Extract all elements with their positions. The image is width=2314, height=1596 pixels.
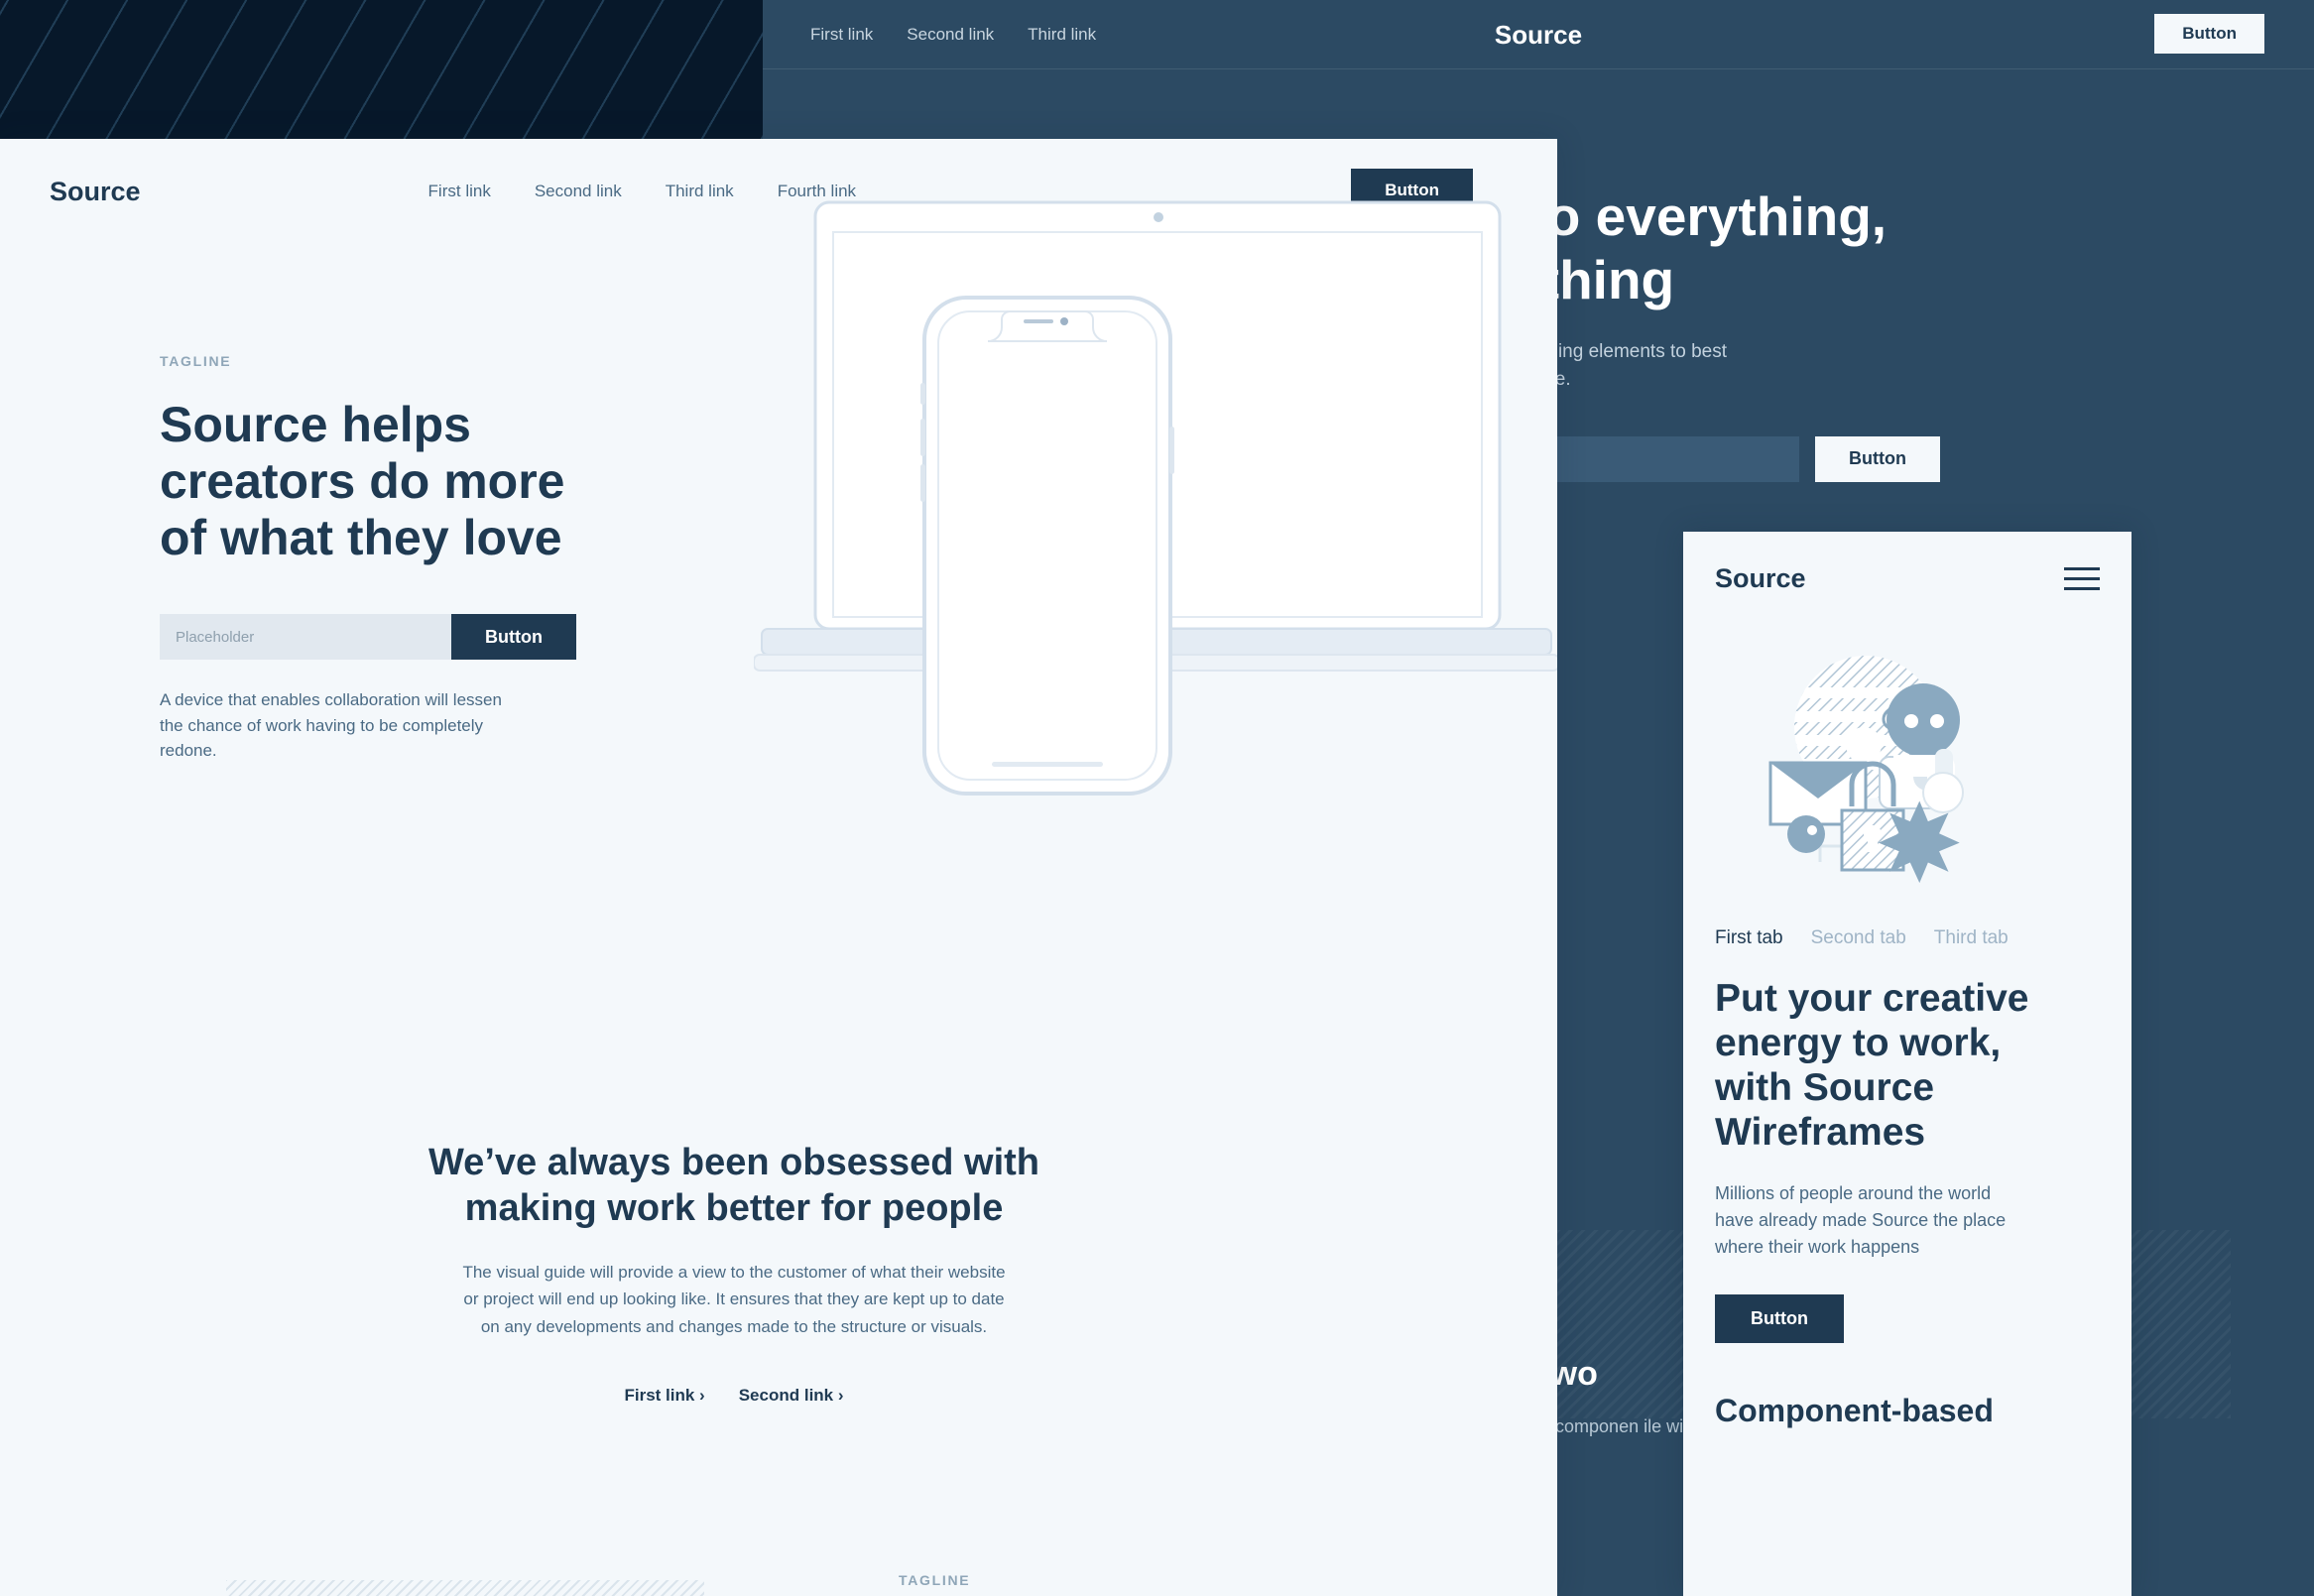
mid-section: We’ve always been obsessed with making w… — [387, 1141, 1081, 1406]
mobile-navigation-bar: Source — [1683, 532, 2131, 594]
mobile-preview-panel: Source First tab Second tab Third tab Pu… — [1683, 532, 2131, 1596]
mobile-brand: Source — [1715, 563, 1806, 593]
laptop-phone-svg — [753, 200, 1557, 796]
top-nav-link-third[interactable]: Third link — [1028, 25, 1096, 45]
hero-note: A device that enables collaboration will… — [160, 690, 502, 760]
mobile-tabs: First tab Second tab Third tab — [1683, 884, 2131, 949]
hero-signup-form: Button — [160, 614, 576, 660]
main-white-page: Source First link Second link Third link… — [0, 139, 1557, 1596]
mobile-footer-heading: Component-based — [1715, 1393, 1994, 1429]
mid-link-second[interactable]: Second link › — [739, 1386, 844, 1406]
mobile-heading: Put your creative energy to work, with S… — [1715, 977, 2029, 1154]
top-navigation-bar: First link Second link Third link Source… — [763, 0, 2314, 69]
mobile-illustration — [1683, 636, 2131, 884]
dark-hero-heading: to do everything, anything — [1447, 185, 1888, 310]
mid-heading: We’ve always been obsessed with making w… — [428, 1142, 1039, 1229]
hero-email-input[interactable] — [160, 614, 452, 660]
diagonal-stripe-block — [0, 0, 763, 139]
hamburger-bar-1 — [2064, 566, 2100, 570]
screenshot-stage: First link Second link Third link Source… — [0, 0, 2314, 1596]
mobile-tab-second[interactable]: Second tab — [1811, 927, 1906, 949]
top-nav-link-second[interactable]: Second link — [907, 25, 994, 45]
mid-link-first[interactable]: First link › — [624, 1386, 704, 1406]
features-tagline: TAGLINE — [899, 1572, 971, 1588]
card-hatch-backdrop — [226, 1580, 704, 1596]
hero-text-block: TAGLINE Source helps creators do more of… — [160, 353, 576, 764]
mobile-body: Millions of people around the world have… — [1715, 1183, 2007, 1258]
dark-hero-tagline: TAGLINE — [1447, 145, 2260, 162]
hero-submit-button[interactable]: Button — [451, 614, 576, 660]
page-nav-link-third[interactable]: Third link — [666, 182, 734, 201]
hamburger-icon[interactable] — [2064, 566, 2100, 592]
hamburger-bar-3 — [2064, 586, 2100, 590]
hero-heading: Source helps creators do more of what th… — [160, 397, 565, 565]
page-brand: Source — [50, 176, 141, 206]
mobile-cta-button[interactable]: Button — [1715, 1294, 1844, 1344]
dark-hero-form: Button — [1447, 435, 2260, 482]
mid-links: First link › Second link › — [387, 1386, 1081, 1406]
top-nav-links: First link Second link Third link — [810, 25, 1096, 45]
top-nav-link-first[interactable]: First link — [810, 25, 873, 45]
device-illustration — [753, 188, 1557, 813]
mobile-tab-third[interactable]: Third tab — [1934, 927, 2009, 949]
hero-tagline: TAGLINE — [160, 353, 232, 369]
collaboration-illustration-svg — [1768, 656, 1964, 884]
mid-body: The visual guide will provide a view to … — [462, 1263, 1006, 1336]
page-nav-link-second[interactable]: Second link — [535, 182, 622, 201]
page-nav-link-first[interactable]: First link — [428, 182, 491, 201]
mobile-tab-first[interactable]: First tab — [1715, 927, 1783, 949]
dark-hero-content: TAGLINE to do everything, anything ose o… — [1447, 145, 2260, 482]
hamburger-bar-2 — [2064, 576, 2100, 580]
top-nav-button[interactable]: Button — [2154, 14, 2264, 54]
dark-hero-button[interactable]: Button — [1815, 435, 1940, 482]
features-text-block: TAGLINE Powerful features for working sm… — [899, 1572, 1414, 1596]
